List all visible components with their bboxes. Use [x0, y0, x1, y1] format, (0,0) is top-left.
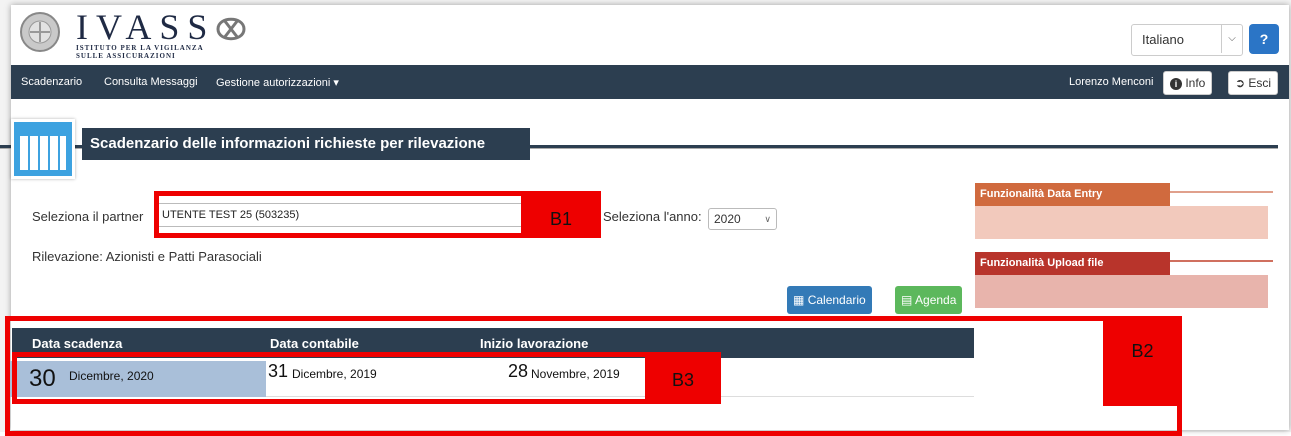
exit-label: Esci [1248, 76, 1272, 90]
language-value: Italiano [1142, 32, 1184, 47]
sign-out-icon: ➲ [1235, 76, 1246, 90]
info-label: Info [1185, 76, 1206, 90]
logo-subtitle-1: ISTITUTO PER LA VIGILANZA [76, 44, 204, 52]
help-button[interactable]: ? [1249, 24, 1279, 54]
logo-main-text: IVASS [76, 7, 216, 47]
panel-upload-title: Funzionalità Upload file [975, 252, 1170, 275]
chevron-down-icon: ∨ [764, 214, 771, 224]
logo-subtitle-2: SULLE ASSICURAZIONI [76, 52, 176, 60]
page-background: IVASS ISTITUTO PER LA VIGILANZA SULLE AS… [0, 0, 1291, 436]
nav-item-gestione-autorizzazioni[interactable]: Gestione autorizzazioni ▾ [216, 76, 339, 89]
panel-data-entry-body [975, 206, 1268, 239]
panel-stripe [1170, 260, 1273, 262]
agenda-button[interactable]: ▤ Agenda [895, 286, 963, 314]
annotation-b3-label: B3 [645, 352, 721, 404]
nav-item-scadenzario[interactable]: Scadenzario [21, 76, 82, 88]
list-icon: ▤ [901, 293, 913, 307]
caret-down-icon: ▾ [333, 77, 339, 89]
panel-data-entry-title: Funzionalità Data Entry [975, 183, 1170, 206]
page-title: Scadenzario delle informazioni richieste… [82, 128, 530, 160]
emblem-icon [20, 12, 60, 52]
agenda-label: Agenda [915, 293, 957, 307]
calendario-button[interactable]: ▦ Calendario [787, 286, 872, 314]
user-name: Lorenzo Menconi [1069, 76, 1154, 88]
calendar-icon [11, 119, 75, 179]
info-button[interactable]: i Info [1163, 71, 1213, 95]
year-value: 2020 [714, 212, 741, 226]
nav-item-label: Gestione autorizzazioni [216, 77, 331, 89]
rilevazione-text: Rilevazione: Azionisti e Patti Parasocia… [32, 249, 262, 264]
nav-item-consulta-messaggi[interactable]: Consulta Messaggi [104, 76, 198, 88]
ivass-logo[interactable]: IVASS ISTITUTO PER LA VIGILANZA SULLE AS… [18, 9, 248, 60]
calendario-label: Calendario [807, 293, 866, 307]
partner-label: Seleziona il partner [32, 209, 144, 224]
panel-stripe [1170, 191, 1273, 193]
header: IVASS ISTITUTO PER LA VIGILANZA SULLE AS… [11, 5, 1289, 63]
logo-text: IVASS ISTITUTO PER LA VIGILANZA SULLE AS… [76, 7, 216, 60]
language-select[interactable]: Italiano ⌵ [1131, 24, 1243, 56]
top-navbar: Scadenzario Consulta Messaggi Gestione a… [11, 65, 1289, 99]
year-label: Seleziona l'anno: [603, 209, 702, 224]
panel-upload-body [975, 275, 1268, 308]
annotation-b3-box [12, 352, 721, 404]
annotation-b2-label: B2 [1103, 316, 1182, 406]
info-icon: i [1170, 78, 1182, 90]
calendar-small-icon: ▦ [793, 293, 805, 307]
exit-button[interactable]: ➲ Esci [1228, 71, 1279, 95]
year-select[interactable]: 2020 ∨ [708, 208, 777, 230]
annotation-b1-label: B1 [521, 191, 601, 238]
knot-icon [216, 17, 246, 41]
chevron-down-icon: ⌵ [1221, 25, 1242, 53]
